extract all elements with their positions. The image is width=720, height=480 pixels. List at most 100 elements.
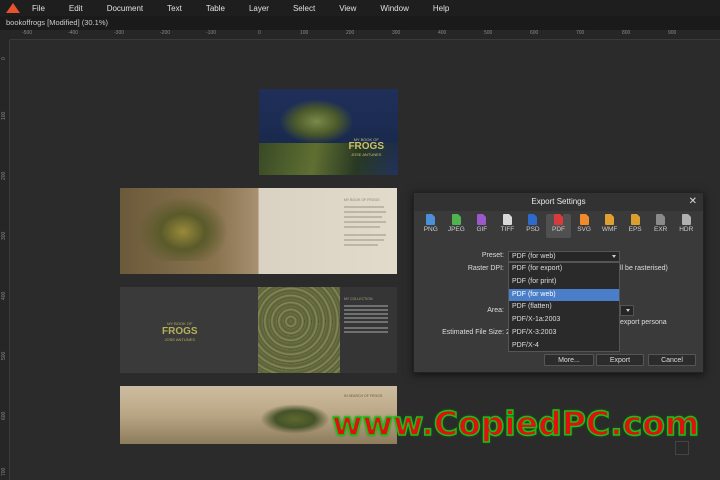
raster-note: ll be rasterised) [620, 265, 668, 272]
preset-option[interactable]: PDF/X-4 [509, 340, 619, 353]
dialog-titlebar[interactable]: Export Settings ✕ [414, 193, 703, 211]
format-gif[interactable]: GIF [469, 214, 495, 238]
format-wmf[interactable]: WMF [597, 214, 623, 238]
hdr-file-icon [681, 214, 691, 225]
preset-value: PDF (for web) [512, 253, 556, 260]
chevron-down-icon [626, 309, 630, 312]
pdf-file-icon [554, 214, 563, 225]
menu-help[interactable]: Help [433, 4, 449, 13]
cover-page[interactable]: MY BOOK OF FROGS JOSE ANTUNES [259, 89, 398, 175]
ruler-tick: 100 [1, 111, 7, 120]
text-line [344, 327, 388, 329]
text-line [344, 317, 388, 319]
spread-title: MY BOOK OF FROGS JOSE ANTUNES [162, 321, 198, 342]
ruler-tick: 300 [392, 30, 401, 36]
export-settings-dialog: Export Settings ✕ PNG JPEG GIF TIFF PSD … [413, 192, 704, 373]
preset-label: Preset: [481, 252, 504, 259]
menu-select[interactable]: Select [293, 4, 315, 13]
export-button[interactable]: Export [596, 354, 644, 366]
format-label: JPEG [447, 226, 465, 233]
frog-photo [138, 196, 228, 261]
format-label: PNG [423, 226, 438, 233]
format-label: WMF [601, 226, 618, 233]
ruler-tick: 700 [1, 467, 7, 476]
svg-file-icon [579, 214, 589, 225]
format-tiff[interactable]: TIFF [495, 214, 521, 238]
horizontal-ruler[interactable]: -500 -400 -300 -200 -100 0 100 200 300 4… [10, 30, 720, 40]
tiff-file-icon [502, 214, 512, 225]
menu-view[interactable]: View [339, 4, 356, 13]
format-hdr[interactable]: HDR [673, 214, 699, 238]
ruler-tick: 0 [1, 57, 7, 60]
ruler-tick: 200 [1, 171, 7, 180]
menu-file[interactable]: File [32, 4, 45, 13]
format-eps[interactable]: EPS [622, 214, 648, 238]
spread-page-1[interactable]: MY BOOK OF FROGS [120, 188, 397, 274]
ruler-tick: -400 [68, 30, 79, 36]
ruler-tick: 100 [300, 30, 309, 36]
format-svg[interactable]: SVG [571, 214, 597, 238]
document-tab[interactable]: bookoffrogs [Modified] (30.1%) [0, 16, 720, 30]
app-window: File Edit Document Text Table Layer Sele… [0, 0, 720, 480]
preset-option[interactable]: PDF (for print) [509, 276, 619, 289]
dialog-title: Export Settings [531, 197, 586, 206]
menu-text[interactable]: Text [167, 4, 182, 13]
exr-file-icon [656, 214, 666, 225]
preset-select[interactable]: PDF (for web) [508, 251, 620, 262]
vertical-ruler[interactable]: 0 100 200 300 400 500 600 700 [0, 40, 10, 480]
format-label: TIFF [500, 226, 515, 233]
text-line [344, 211, 386, 213]
preset-dropdown: PDF (for export) PDF (for print) PDF (fo… [508, 262, 620, 352]
ruler-corner [0, 30, 10, 40]
format-jpeg[interactable]: JPEG [444, 214, 470, 238]
ruler-tick: 400 [1, 291, 7, 300]
text-line [344, 244, 378, 246]
format-label: HDR [679, 226, 694, 233]
frog-skin-photo [258, 287, 340, 373]
ruler-tick: 800 [622, 30, 631, 36]
ruler-tick: 700 [576, 30, 585, 36]
format-pdf[interactable]: PDF [545, 214, 572, 238]
format-psd[interactable]: PSD [520, 214, 546, 238]
format-exr[interactable]: EXR [648, 214, 674, 238]
preset-option-selected[interactable]: PDF (for web) [509, 288, 619, 302]
format-label: SVG [577, 226, 591, 233]
preset-option[interactable]: PDF (flatten) [509, 301, 619, 314]
ruler-tick: -300 [114, 30, 125, 36]
text-line [344, 234, 386, 236]
ruler-tick: 400 [438, 30, 447, 36]
spread-page-2[interactable]: MY BOOK OF FROGS JOSE ANTUNES MY COLLECT… [120, 287, 397, 373]
preset-option[interactable]: PDF/X-1a:2003 [509, 314, 619, 327]
preset-option[interactable]: PDF/X-3:2003 [509, 327, 619, 340]
menu-edit[interactable]: Edit [69, 4, 83, 13]
menu-table[interactable]: Table [206, 4, 225, 13]
preset-option[interactable]: PDF (for export) [509, 263, 619, 276]
cover-title-big: FROGS [348, 141, 384, 152]
text-line [344, 206, 384, 208]
cancel-button[interactable]: Cancel [648, 354, 696, 366]
ruler-tick: 600 [1, 411, 7, 420]
area-select[interactable] [620, 305, 634, 316]
chevron-down-icon [612, 255, 616, 258]
format-label: EPS [628, 226, 642, 233]
ruler-tick: 600 [530, 30, 539, 36]
spread-title-big: FROGS [162, 326, 198, 337]
more-button[interactable]: More... [544, 354, 594, 366]
wmf-file-icon [605, 214, 615, 225]
raster-dpi-label: Raster DPI: [467, 265, 504, 272]
menu-document[interactable]: Document [107, 4, 143, 13]
area-label: Area: [487, 307, 504, 314]
eps-file-icon [630, 214, 640, 225]
app-logo-icon[interactable] [6, 3, 20, 13]
format-png[interactable]: PNG [418, 214, 444, 238]
spread-heading: IN SEARCH OF FROGS [344, 394, 383, 398]
ruler-tick: -200 [160, 30, 171, 36]
menu-window[interactable]: Window [380, 4, 408, 13]
png-file-icon [426, 214, 436, 225]
watermark-text: www.CopiedPC.com [331, 403, 700, 444]
frog-photo [260, 404, 330, 434]
text-line [344, 313, 388, 315]
close-icon[interactable]: ✕ [689, 193, 697, 211]
ruler-tick: -500 [22, 30, 33, 36]
menu-layer[interactable]: Layer [249, 4, 269, 13]
